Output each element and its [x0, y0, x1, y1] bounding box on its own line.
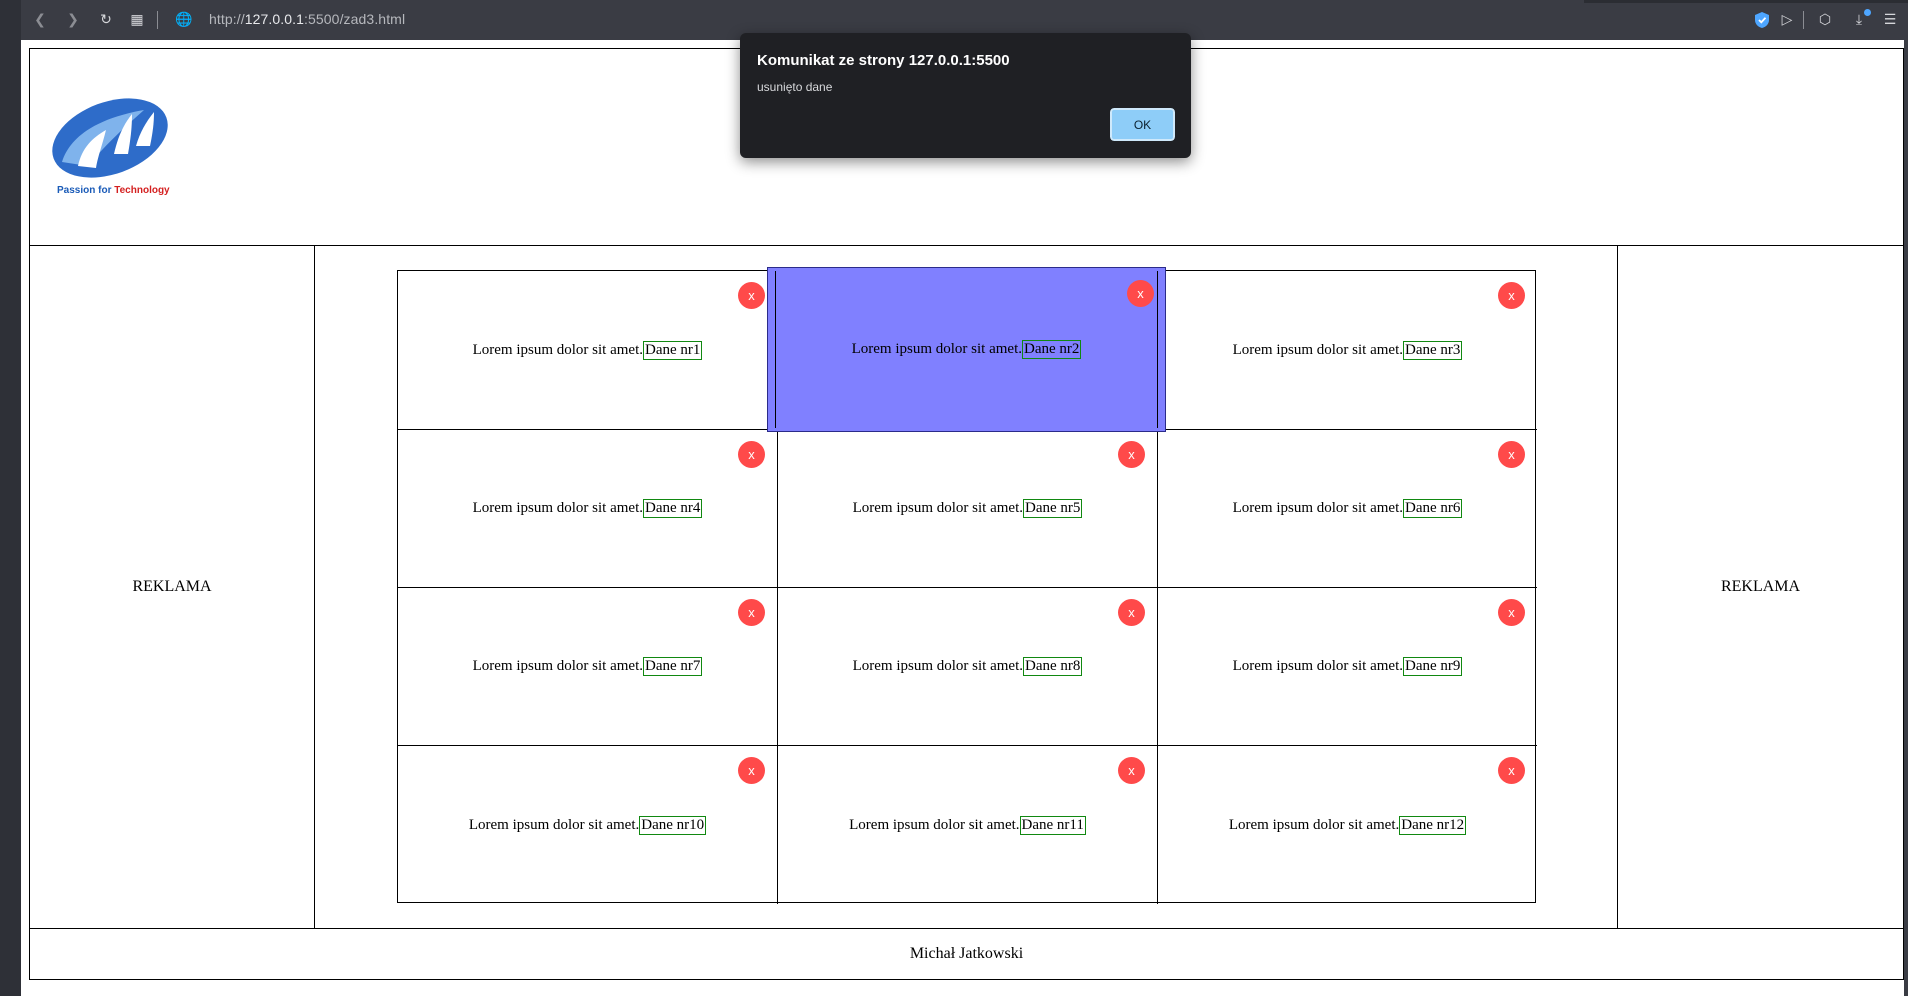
cell-tag: Dane nr4 — [642, 499, 703, 518]
browser-left-edge — [0, 0, 21, 996]
grid-cell-4[interactable]: Lorem ipsum dolor sit amet. Dane nr4 x — [398, 430, 778, 588]
tabs-grid-icon[interactable]: ▦ — [126, 9, 148, 31]
site-info-globe-icon[interactable]: 🌐 — [173, 9, 195, 31]
cell-text: Lorem ipsum dolor sit amet. — [1228, 816, 1400, 833]
footer-author: Michał Jatkowski — [909, 945, 1024, 962]
grid-cell-6[interactable]: Lorem ipsum dolor sit amet. Dane nr6 x — [1158, 430, 1537, 588]
dragged-cell-2[interactable]: Lorem ipsum dolor sit amet. Dane nr2 x — [767, 267, 1166, 432]
grid-cell-10[interactable]: Lorem ipsum dolor sit amet. Dane nr10 x — [398, 746, 778, 904]
cell-tag: Dane nr8 — [1022, 657, 1083, 676]
tab-strip-edge — [1584, 0, 1908, 3]
left-ad-sidebar: REKLAMA — [29, 245, 315, 929]
toolbar-divider-right — [1803, 11, 1804, 29]
delete-button[interactable]: x — [1118, 757, 1145, 784]
extensions-cube-icon[interactable]: ⬡ — [1814, 9, 1836, 31]
grid-cell-5[interactable]: Lorem ipsum dolor sit amet. Dane nr5 x — [778, 430, 1158, 588]
cell-text: Lorem ipsum dolor sit amet. — [849, 816, 1020, 833]
delete-button[interactable]: x — [1498, 757, 1525, 784]
grid-cell-1[interactable]: Lorem ipsum dolor sit amet. Dane nr1 x — [398, 271, 778, 430]
browser-right-edge — [1904, 40, 1908, 996]
cell-text: Lorem ipsum dolor sit amet. — [468, 816, 640, 833]
delete-button[interactable]: x — [738, 441, 765, 468]
send-icon[interactable]: ▷ — [1776, 9, 1798, 31]
left-ad-label: REKLAMA — [132, 578, 212, 595]
grid-cell-12[interactable]: Lorem ipsum dolor sit amet. Dane nr12 x — [1158, 746, 1537, 904]
cell-text: Lorem ipsum dolor sit amet. — [1232, 341, 1403, 358]
cell-tag: Dane nr1 — [642, 340, 703, 360]
delete-button[interactable]: x — [738, 757, 765, 784]
cell-text: Lorem ipsum dolor sit amet. — [852, 658, 1023, 674]
right-ad-label: REKLAMA — [1720, 578, 1801, 595]
cell-text: Lorem ipsum dolor sit amet. — [1232, 658, 1403, 674]
cell-text: Lorem ipsum dolor sit amet. — [472, 500, 643, 516]
logo-tagline: Passion for Technology — [57, 185, 170, 196]
reload-icon[interactable]: ↻ — [95, 9, 117, 31]
url-prefix: http:// — [209, 11, 245, 27]
grid-cell-3[interactable]: Lorem ipsum dolor sit amet. Dane nr3 x — [1158, 271, 1537, 430]
vpn-shield-icon[interactable] — [1754, 11, 1770, 29]
cell-text: Lorem ipsum dolor sit amet. — [852, 500, 1023, 516]
cell-tag: Dane nr10 — [639, 815, 707, 835]
cell-tag: Dane nr11 — [1019, 815, 1086, 835]
delete-button[interactable]: x — [1498, 282, 1525, 309]
url-host: 127.0.0.1 — [244, 11, 305, 27]
cell-text: Lorem ipsum dolor sit amet. — [472, 341, 643, 358]
alert-message: usunięto dane — [757, 80, 833, 94]
alert-dialog: Komunikat ze strony 127.0.0.1:5500 usuni… — [740, 33, 1191, 158]
delete-button[interactable]: x — [738, 599, 765, 626]
cell-tag: Dane nr3 — [1402, 340, 1463, 360]
download-notification-dot — [1864, 9, 1871, 16]
page-footer: Michał Jatkowski — [29, 928, 1904, 980]
toolbar-divider — [157, 11, 158, 29]
ok-button[interactable]: OK — [1109, 107, 1176, 142]
cell-text: Lorem ipsum dolor sit amet. — [1232, 500, 1403, 516]
sii-logo — [52, 98, 168, 178]
grid-cell-11[interactable]: Lorem ipsum dolor sit amet. Dane nr11 x — [778, 746, 1158, 904]
address-bar[interactable]: http://127.0.0.1:5500/zad3.html — [209, 11, 405, 27]
cell-tag: Dane nr5 — [1022, 499, 1083, 518]
menu-icon[interactable]: ☰ — [1879, 9, 1901, 31]
drag-outline-left — [775, 271, 776, 428]
delete-button[interactable]: x — [1498, 599, 1525, 626]
logo-tagline-accent: Technology — [114, 185, 170, 196]
grid-cell-9[interactable]: Lorem ipsum dolor sit amet. Dane nr9 x — [1158, 588, 1537, 746]
back-icon[interactable]: ❮ — [29, 9, 51, 31]
delete-button[interactable]: x — [1118, 599, 1145, 626]
cell-text: Lorem ipsum dolor sit amet. — [472, 658, 643, 674]
cell-tag: Dane nr12 — [1399, 815, 1467, 835]
delete-button[interactable]: x — [738, 282, 765, 309]
cell-tag: Dane nr9 — [1402, 657, 1463, 676]
cell-tag: Dane nr2 — [1021, 340, 1082, 359]
url-path: :5500/zad3.html — [304, 11, 406, 27]
delete-button[interactable]: x — [1118, 441, 1145, 468]
grid-cell-8[interactable]: Lorem ipsum dolor sit amet. Dane nr8 x — [778, 588, 1158, 746]
grid-cell-7[interactable]: Lorem ipsum dolor sit amet. Dane nr7 x — [398, 588, 778, 746]
cell-tag: Dane nr6 — [1402, 499, 1463, 518]
logo-tagline-main: Passion for — [57, 185, 115, 196]
delete-button[interactable]: x — [1498, 441, 1525, 468]
right-ad-sidebar: REKLAMA — [1617, 245, 1904, 929]
forward-icon[interactable]: ❯ — [62, 9, 84, 31]
cell-text: Lorem ipsum dolor sit amet. — [851, 341, 1022, 357]
drag-outline-right — [1157, 271, 1158, 428]
alert-title: Komunikat ze strony 127.0.0.1:5500 — [757, 52, 1010, 69]
delete-button[interactable]: x — [1127, 280, 1154, 307]
cell-tag: Dane nr7 — [642, 657, 703, 676]
